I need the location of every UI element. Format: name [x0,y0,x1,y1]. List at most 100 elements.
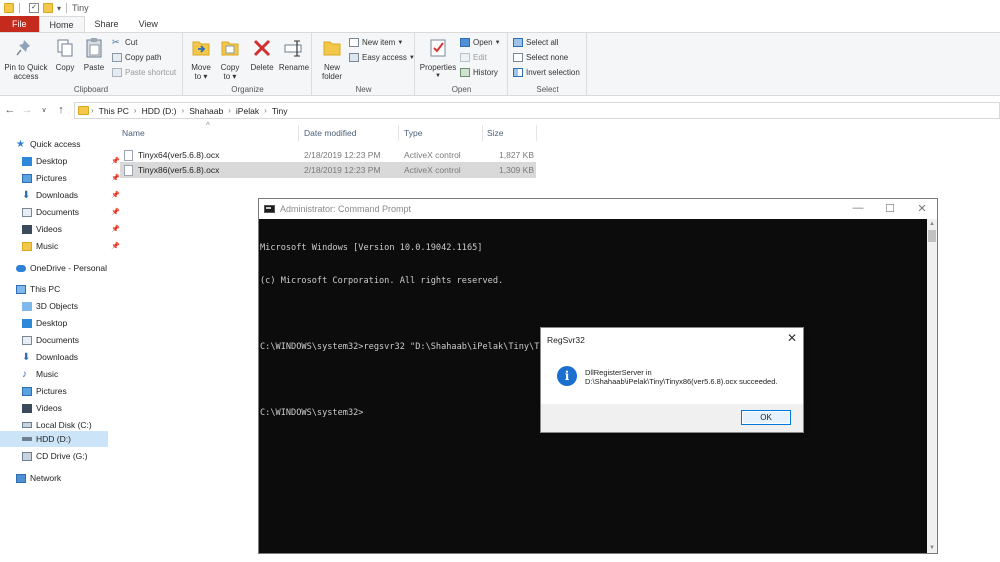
column-header-name[interactable]: Name [122,128,145,138]
nav-label: Desktop [36,318,68,328]
select-none-button[interactable]: Select none [513,53,568,62]
tab-view[interactable]: View [129,16,168,32]
tab-home[interactable]: Home [38,16,85,32]
dialog-close-button[interactable]: ✕ [787,331,797,345]
copy-path-button[interactable]: Copy path [112,53,161,62]
breadcrumb-ipelak[interactable]: iPelak [236,106,259,116]
move-to-button[interactable]: Move to ▾ [188,37,214,81]
nav-onedrive[interactable]: OneDrive - Personal [16,260,124,276]
new-item-icon [349,38,359,47]
tab-share[interactable]: Share [85,16,129,32]
nav-cd-drive-g[interactable]: CD Drive (G:) [22,448,130,464]
properties-button[interactable]: Properties ▼ [418,37,458,81]
open-button[interactable]: Open ▼ [460,38,501,47]
breadcrumb-hdd[interactable]: HDD (D:) [142,106,177,116]
command-prompt-title: Administrator: Command Prompt [280,204,412,214]
rename-button[interactable]: Rename [278,37,310,72]
easy-access-button[interactable]: Easy access ▼ [349,53,415,62]
paste-button[interactable]: Paste [80,37,108,72]
vertical-scrollbar[interactable]: ▲ ▼ [927,219,937,553]
nav-pc-documents[interactable]: Documents [22,332,130,348]
clipboard-group-label: Clipboard [73,85,109,94]
dialog-title: RegSvr32 [547,335,585,345]
chevron-down-icon: ▼ [397,39,404,46]
address-bar[interactable]: › This PC › HDD (D:) › Shahaab › iPelak … [74,102,1000,119]
nav-3d-objects[interactable]: 3D Objects [22,298,130,314]
nav-downloads[interactable]: ⬇ Downloads 📌 [22,187,130,203]
new-folder-label-1: New [323,63,340,72]
command-prompt-title-bar[interactable]: Administrator: Command Prompt — ☐ ✕ [259,199,937,219]
invert-selection-button[interactable]: Invert selection [513,68,580,77]
file-row-selected[interactable]: Tinyx86(ver5.6.8).ocx 2/18/2019 12:23 PM… [120,162,536,178]
pictures-icon [22,386,32,396]
nav-label: Pictures [36,386,67,396]
column-header-type[interactable]: Type [404,128,422,138]
nav-quick-access[interactable]: ★ Quick access [16,136,124,152]
pin-icon[interactable]: 📌 [111,208,120,216]
close-button[interactable]: ✕ [905,202,939,215]
scissors-icon: ✂ [112,37,120,47]
scrollbar-thumb[interactable] [928,230,936,242]
paste-shortcut-button[interactable]: Paste shortcut [112,68,176,77]
new-item-button[interactable]: New item ▼ [349,38,403,47]
scroll-down-icon[interactable]: ▼ [927,543,937,553]
breadcrumb-tiny[interactable]: Tiny [272,106,288,116]
pin-icon[interactable]: 📌 [111,225,120,233]
download-arrow-icon: ⬇ [22,189,31,201]
nav-label: 3D Objects [36,301,79,311]
edit-button[interactable]: Edit [460,53,487,62]
breadcrumb-shahaab[interactable]: Shahaab [189,106,223,116]
history-button[interactable]: History [460,68,498,77]
customize-toolbar-icon[interactable]: ▾ [57,4,61,13]
file-row[interactable]: Tinyx64(ver5.6.8).ocx 2/18/2019 12:23 PM… [120,147,536,163]
column-header-date-modified[interactable]: Date modified [304,128,356,138]
paste-icon [86,38,102,58]
select-all-button[interactable]: Select all [513,38,558,47]
recent-locations-chevron-icon[interactable]: ∨ [37,106,51,114]
navigation-bar: ← → ∨ ↑ › This PC › HDD (D:) › Shahaab ›… [0,100,1000,120]
nav-music[interactable]: Music 📌 [22,238,130,254]
drive-icon [22,422,32,428]
column-header-size[interactable]: Size [487,128,504,138]
nav-desktop[interactable]: Desktop 📌 [22,153,130,169]
nav-network[interactable]: Network [16,470,124,486]
pin-icon[interactable]: 📌 [111,191,120,199]
column-divider [482,125,483,141]
scroll-up-icon[interactable]: ▲ [927,219,937,229]
tab-file[interactable]: File [0,16,39,32]
forward-arrow-icon[interactable]: → [20,104,34,116]
nav-label: OneDrive - Personal [30,263,108,273]
copy-icon [57,39,73,57]
maximize-button[interactable]: ☐ [873,202,907,215]
nav-pc-desktop[interactable]: Desktop [22,315,130,331]
pin-icon[interactable]: 📌 [111,242,120,250]
nav-label: Documents [36,335,79,345]
pin-to-quick-access-button[interactable]: Pin to Quick access [4,37,48,81]
open-label: Open [473,38,493,47]
nav-pictures[interactable]: Pictures 📌 [22,170,130,186]
ok-button[interactable]: OK [741,410,791,425]
new-folder-button[interactable]: New folder [317,37,347,81]
cut-button[interactable]: ✂ Cut [112,37,137,48]
back-arrow-icon[interactable]: ← [3,104,17,116]
nav-pc-downloads[interactable]: ⬇ Downloads [22,349,130,365]
nav-label: Downloads [36,352,79,362]
regsvr32-dialog: RegSvr32 ✕ i DllRegisterServer in D:\Sha… [540,327,804,433]
nav-videos[interactable]: Videos 📌 [22,221,130,237]
edit-icon [460,53,470,62]
nav-this-pc[interactable]: This PC [16,281,124,297]
new-folder-quick-icon[interactable] [43,3,53,13]
nav-pc-music[interactable]: ♪ Music [22,366,130,382]
nav-pc-pictures[interactable]: Pictures [22,383,130,399]
nav-pc-videos[interactable]: Videos [22,400,130,416]
nav-hdd-d[interactable]: HDD (D:) [0,431,108,447]
delete-button[interactable]: Delete [248,37,276,72]
properties-quick-icon[interactable]: ✓ [29,3,39,13]
copy-to-button[interactable]: Copy to ▾ [217,37,243,81]
nav-documents[interactable]: Documents 📌 [22,204,130,220]
breadcrumb-this-pc[interactable]: This PC [99,106,129,116]
up-arrow-icon[interactable]: ↑ [54,104,68,116]
minimize-button[interactable]: — [841,202,875,214]
copy-button[interactable]: Copy [52,37,78,72]
